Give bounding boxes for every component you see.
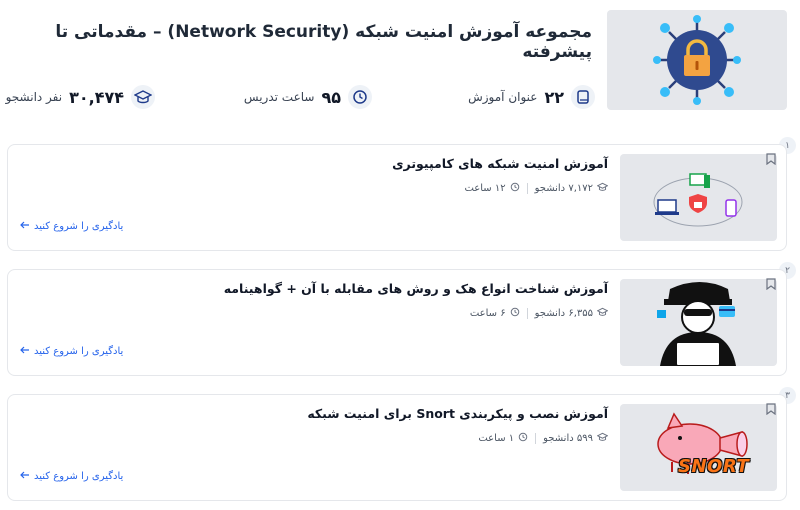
bookmark-icon[interactable]	[764, 276, 778, 292]
network-devices-illustration	[653, 173, 743, 227]
start-learning-link[interactable]: یادگیری را شروع کنید	[20, 346, 123, 357]
stat-topics-label: عنوان آموزش	[468, 90, 538, 104]
divider	[526, 308, 528, 319]
arrow-left-icon	[20, 471, 30, 482]
stat-hours: ۹۵ ساعت تدریس	[244, 84, 372, 110]
course-thumbnail	[620, 279, 777, 366]
stat-hours-value: ۹۵	[321, 87, 341, 107]
divider	[535, 433, 537, 444]
bookmark-icon[interactable]	[764, 401, 778, 417]
network-security-icon	[653, 15, 741, 105]
course-students: ۶,۳۵۵ دانشجو	[534, 308, 593, 319]
start-learning-link[interactable]: یادگیری را شروع کنید	[20, 221, 123, 232]
stat-students: ۳۰,۴۷۴ نفر دانشجو	[6, 84, 155, 110]
graduation-cap-icon	[596, 432, 609, 445]
thumbnail-logo-text: SNORT	[678, 456, 750, 477]
course-hours: ۱ ساعت	[478, 433, 515, 444]
start-learning-label: یادگیری را شروع کنید	[34, 221, 124, 232]
stat-students-label: نفر دانشجو	[5, 90, 63, 104]
course-meta: ۷,۱۷۲ دانشجو ۱۲ ساعت	[464, 182, 609, 195]
snort-pig-logo	[657, 412, 748, 474]
course-card-3[interactable]: SNORT آموزش نصب و پیکربندی Snort برای ام…	[7, 394, 787, 501]
page-title: مجموعه آموزش امنیت شبکه (Network Securit…	[55, 22, 592, 62]
course-students: ۷,۱۷۲ دانشجو	[534, 183, 593, 194]
graduation-cap-icon	[131, 85, 155, 109]
course-card-2[interactable]: آموزش شناخت انواع هک و روش های مقابله با…	[7, 269, 787, 376]
course-card-1[interactable]: آموزش امنیت شبکه های کامپیوتری ۷,۱۷۲ دان…	[7, 144, 787, 251]
graduation-cap-icon	[596, 307, 609, 320]
course-title[interactable]: آموزش نصب و پیکربندی Snort برای امنیت شب…	[307, 406, 608, 421]
stat-topics-value: ۲۲	[544, 87, 564, 107]
course-thumbnail	[620, 154, 777, 241]
clock-icon	[518, 432, 528, 445]
stat-students-value: ۳۰,۴۷۴	[69, 87, 124, 107]
divider	[526, 183, 528, 194]
graduation-cap-icon	[596, 182, 609, 195]
course-meta: ۵۹۹ دانشجو ۱ ساعت	[478, 432, 609, 445]
start-learning-link[interactable]: یادگیری را شروع کنید	[20, 471, 123, 482]
course-title[interactable]: آموزش شناخت انواع هک و روش های مقابله با…	[224, 281, 608, 296]
stat-topics: ۲۲ عنوان آموزش	[468, 84, 595, 110]
course-meta: ۶,۳۵۵ دانشجو ۶ ساعت	[469, 307, 609, 320]
course-title[interactable]: آموزش امنیت شبکه های کامپیوتری	[392, 156, 608, 171]
bookmark-icon[interactable]	[764, 151, 778, 167]
course-hours: ۱۲ ساعت	[464, 183, 506, 194]
course-hours: ۶ ساعت	[469, 308, 506, 319]
course-thumbnail: SNORT	[620, 404, 777, 491]
start-learning-label: یادگیری را شروع کنید	[34, 471, 124, 482]
clock-icon	[510, 182, 520, 195]
course-students: ۵۹۹ دانشجو	[543, 433, 593, 444]
start-learning-label: یادگیری را شروع کنید	[34, 346, 124, 357]
hacker-illustration	[657, 282, 736, 366]
collection-cover-image	[607, 10, 787, 110]
clock-icon	[510, 307, 520, 320]
book-icon	[571, 85, 595, 109]
clock-icon	[348, 85, 372, 109]
stat-hours-label: ساعت تدریس	[243, 90, 315, 104]
arrow-left-icon	[20, 221, 30, 232]
arrow-left-icon	[20, 346, 30, 357]
